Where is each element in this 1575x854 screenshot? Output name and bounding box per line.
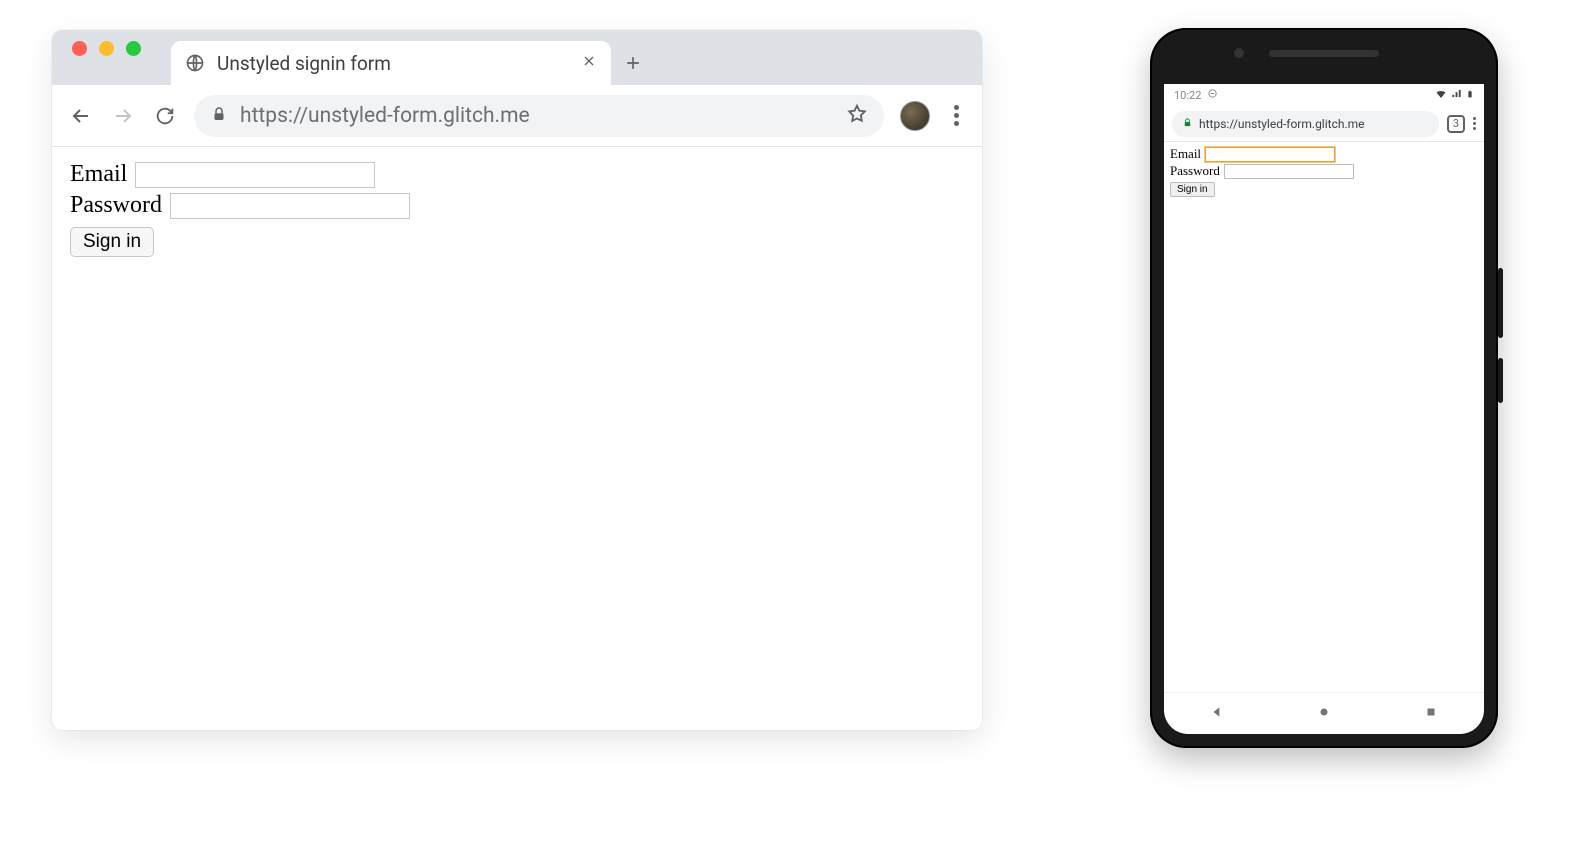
mobile-page-content: Email Password Sign in [1164,142,1484,692]
mobile-browser-toolbar: https://unstyled-form.glitch.me 3 [1164,106,1484,142]
android-status-bar: 10:22 [1164,84,1484,106]
mobile-menu-button[interactable] [1473,117,1476,130]
password-label: Password [70,192,162,219]
battery-icon [1466,88,1474,103]
status-time: 10:22 [1174,89,1201,102]
mobile-email-label: Email [1170,146,1201,162]
back-button[interactable] [68,103,94,129]
signin-button[interactable]: Sign in [70,227,154,257]
address-bar[interactable]: https://unstyled-form.glitch.me [194,95,884,137]
close-tab-icon[interactable] [581,53,597,74]
lock-icon [210,105,228,127]
android-recents-button[interactable] [1424,705,1438,723]
mobile-signin-button[interactable]: Sign in [1170,182,1215,197]
mobile-email-input[interactable] [1205,147,1335,162]
email-input[interactable] [135,162,375,188]
browser-menu-button[interactable] [946,105,966,126]
android-nav-bar [1164,692,1484,734]
phone-camera [1234,48,1244,58]
wifi-icon [1435,88,1447,103]
profile-avatar[interactable] [900,101,930,131]
email-label: Email [70,161,127,188]
android-home-button[interactable] [1317,705,1331,723]
forward-button[interactable] [110,103,136,129]
dnd-icon [1207,88,1218,102]
close-window-button[interactable] [72,41,87,56]
password-input[interactable] [170,193,410,219]
tab-count-button[interactable]: 3 [1447,115,1465,133]
browser-tab[interactable]: Unstyled signin form [171,41,611,85]
mobile-address-bar[interactable]: https://unstyled-form.glitch.me [1172,111,1439,137]
phone-screen: 10:22 https://unstyle [1164,84,1484,734]
desktop-browser-window: Unstyled signin form https://unstyled-fo… [52,30,982,730]
bookmark-star-icon[interactable] [846,103,868,129]
tab-title: Unstyled signin form [217,52,391,75]
mobile-password-label: Password [1170,163,1220,179]
reload-button[interactable] [152,103,178,129]
mobile-url-text: https://unstyled-form.glitch.me [1199,117,1365,131]
browser-toolbar: https://unstyled-form.glitch.me [52,85,982,147]
lock-icon [1182,117,1193,131]
minimize-window-button[interactable] [99,41,114,56]
signal-icon [1451,88,1462,102]
maximize-window-button[interactable] [126,41,141,56]
new-tab-button[interactable] [611,41,655,85]
url-text: https://unstyled-form.glitch.me [240,104,530,128]
globe-icon [185,53,205,73]
mobile-password-input[interactable] [1224,164,1354,179]
window-titlebar: Unstyled signin form [52,30,982,85]
phone-speaker [1269,50,1379,57]
android-back-button[interactable] [1210,705,1224,723]
window-controls [72,30,141,85]
phone-device-frame: 10:22 https://unstyle [1150,28,1498,748]
page-content: Email Password Sign in [52,147,982,730]
